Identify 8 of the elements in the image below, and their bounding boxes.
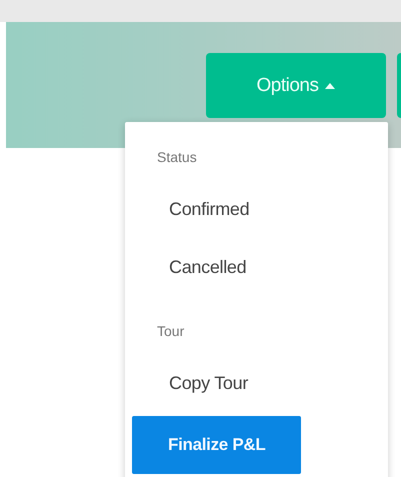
toolbar-button[interactable] [397, 53, 401, 118]
menu-item[interactable]: Copy Tour [125, 354, 248, 412]
menu-section-header: Status [157, 149, 197, 165]
menu-item[interactable]: Finalize P&L [132, 416, 302, 474]
menu-section-header: Tour [157, 323, 184, 339]
caret-icon [325, 82, 336, 88]
menu-item[interactable]: Cancelled [125, 238, 246, 296]
menu-item[interactable]: Confirmed [125, 180, 250, 238]
